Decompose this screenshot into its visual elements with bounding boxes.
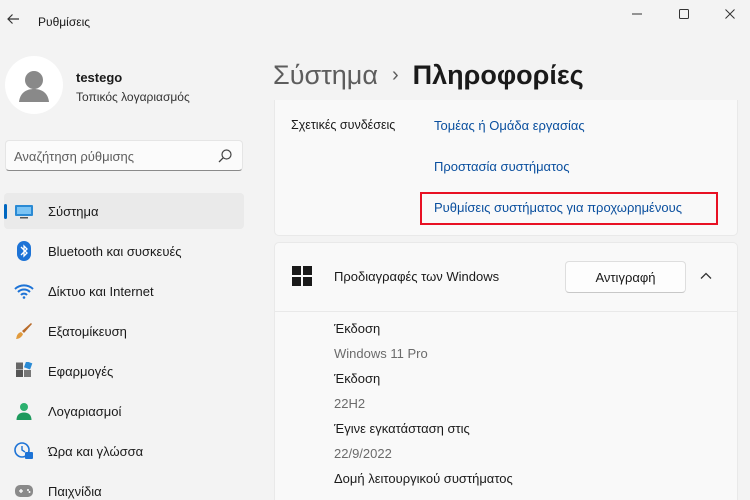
sidebar-nav: Σύστημα Bluetooth και συσκευές Δίκτυο κα… bbox=[4, 193, 244, 500]
chevron-up-icon[interactable] bbox=[698, 268, 714, 284]
windows-specs-header[interactable]: Προδιαγραφές των Windows Αντιγραφή bbox=[274, 242, 738, 312]
app-title: Ρυθμίσεις bbox=[38, 15, 91, 29]
spec-value-installed-on: 22/9/2022 bbox=[334, 446, 392, 461]
sidebar-item-accounts[interactable]: Λογαριασμοί bbox=[4, 393, 244, 429]
avatar bbox=[5, 56, 63, 114]
user-name: testego bbox=[76, 70, 123, 85]
domain-workgroup-link[interactable]: Τομέας ή Ομάδα εργασίας bbox=[434, 118, 585, 133]
time-language-icon bbox=[14, 442, 34, 460]
close-icon bbox=[725, 9, 735, 19]
windows-specs-body: Έκδοση Windows 11 Pro Έκδοση 22H2 Έγινε … bbox=[274, 312, 738, 500]
sidebar-item-gaming[interactable]: Παιχνίδια bbox=[4, 473, 244, 500]
user-profile[interactable]: testego Τοπικός λογαριασμός bbox=[5, 56, 245, 116]
spec-label-edition: Έκδοση bbox=[334, 321, 381, 336]
bluetooth-icon bbox=[14, 241, 34, 261]
spec-label-os-build: Δομή λειτουργικού συστήματος bbox=[334, 471, 513, 486]
accounts-icon bbox=[14, 402, 34, 420]
maximize-icon bbox=[679, 9, 689, 19]
maximize-button[interactable] bbox=[661, 0, 707, 28]
spec-label-version: Έκδοση bbox=[334, 371, 381, 386]
minimize-icon bbox=[632, 13, 642, 15]
breadcrumb: Σύστημα › Πληροφορίες bbox=[273, 58, 584, 92]
spec-value-edition: Windows 11 Pro bbox=[334, 346, 428, 361]
spec-value-version: 22H2 bbox=[334, 396, 366, 411]
page-title: Πληροφορίες bbox=[412, 59, 584, 90]
sidebar-item-label: Δίκτυο και Internet bbox=[48, 284, 154, 299]
sidebar-item-apps[interactable]: Εφαρμογές bbox=[4, 353, 244, 389]
sidebar-item-bluetooth[interactable]: Bluetooth και συσκευές bbox=[4, 233, 244, 269]
close-button[interactable] bbox=[707, 0, 750, 28]
back-arrow-icon bbox=[7, 14, 19, 24]
search-input[interactable] bbox=[14, 147, 214, 165]
search-icon[interactable] bbox=[216, 147, 234, 165]
sidebar-item-system[interactable]: Σύστημα bbox=[4, 193, 244, 229]
breadcrumb-parent[interactable]: Σύστημα bbox=[273, 60, 378, 91]
sidebar-item-time-language[interactable]: Ώρα και γλώσσα bbox=[4, 433, 244, 469]
related-links-label: Σχετικές συνδέσεις bbox=[291, 118, 396, 132]
sidebar-item-label: Λογαριασμοί bbox=[48, 404, 122, 419]
brush-icon bbox=[14, 322, 34, 340]
advanced-system-settings-link[interactable]: Ρυθμίσεις συστήματος για προχωρημένους bbox=[434, 200, 682, 215]
sidebar-item-label: Παιχνίδια bbox=[48, 484, 102, 499]
sidebar-item-label: Σύστημα bbox=[48, 204, 99, 219]
back-button[interactable] bbox=[2, 8, 24, 30]
sidebar-item-personalization[interactable]: Εξατομίκευση bbox=[4, 313, 244, 349]
sidebar-item-label: Εφαρμογές bbox=[48, 364, 114, 379]
windows-specs-title: Προδιαγραφές των Windows bbox=[334, 269, 500, 284]
settings-search bbox=[5, 140, 243, 171]
user-avatar-icon bbox=[19, 71, 49, 102]
system-protection-link[interactable]: Προστασία συστήματος bbox=[434, 159, 570, 174]
gaming-icon bbox=[14, 482, 34, 500]
minimize-button[interactable] bbox=[614, 0, 660, 28]
spec-label-installed-on: Έγινε εγκατάσταση στις bbox=[334, 421, 470, 436]
sidebar-item-label: Bluetooth και συσκευές bbox=[48, 244, 182, 259]
sidebar-item-label: Ώρα και γλώσσα bbox=[48, 444, 144, 459]
copy-button[interactable]: Αντιγραφή bbox=[565, 261, 686, 293]
system-icon bbox=[14, 202, 34, 220]
wifi-icon bbox=[14, 282, 34, 300]
account-type: Τοπικός λογαριασμός bbox=[76, 90, 190, 104]
sidebar-item-network[interactable]: Δίκτυο και Internet bbox=[4, 273, 244, 309]
breadcrumb-separator: › bbox=[391, 63, 399, 86]
apps-icon bbox=[14, 362, 34, 380]
related-links-card: Σχετικές συνδέσεις Τομέας ή Ομάδα εργασί… bbox=[274, 100, 738, 236]
sidebar-item-label: Εξατομίκευση bbox=[48, 324, 127, 339]
windows-logo-icon bbox=[292, 266, 312, 286]
title-bar: Ρυθμίσεις bbox=[0, 0, 750, 42]
